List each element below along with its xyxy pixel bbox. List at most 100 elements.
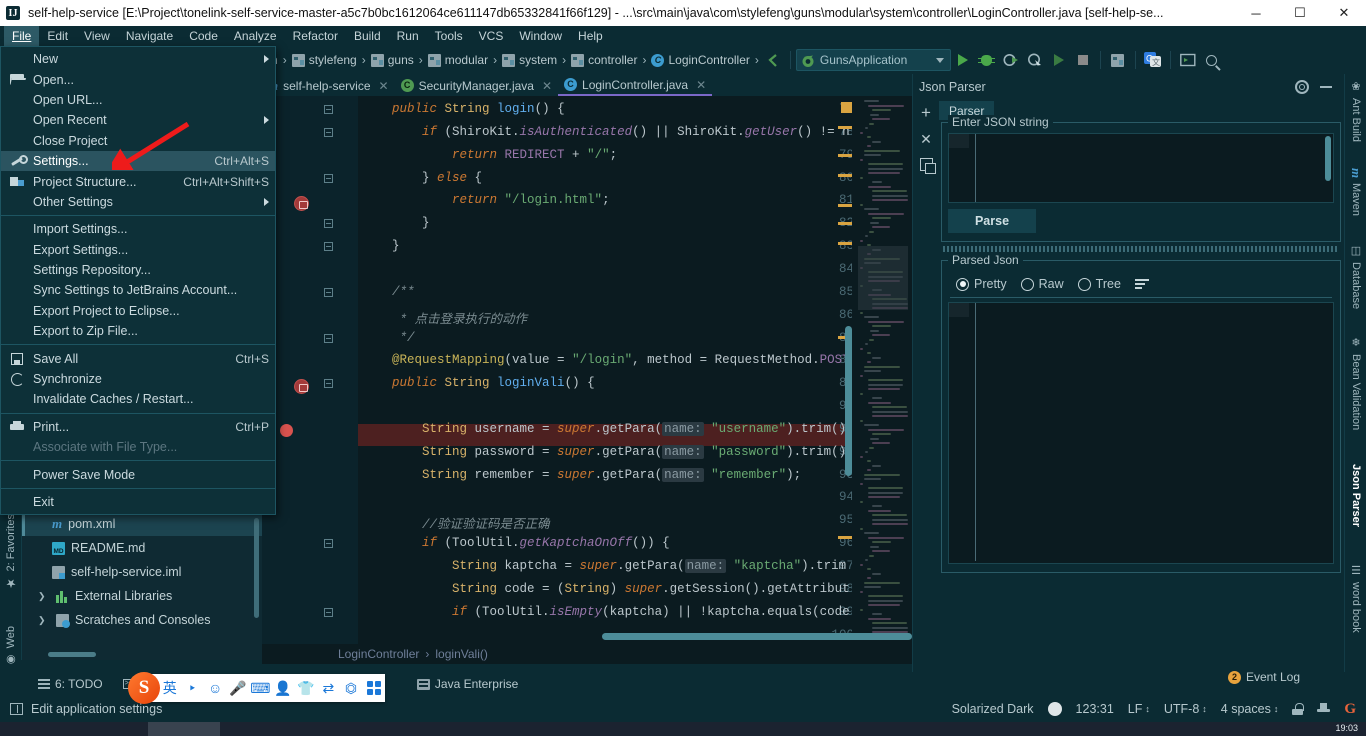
file-menu-item-new[interactable]: New <box>1 49 275 69</box>
soft-keyboard-icon[interactable]: ⌨ <box>249 674 272 702</box>
hat-icon[interactable] <box>1317 703 1331 715</box>
panel-splitter[interactable] <box>943 246 1339 252</box>
marker-stripe[interactable] <box>838 154 852 157</box>
minimap-viewport[interactable] <box>858 246 908 310</box>
marker-stripe[interactable] <box>838 222 852 225</box>
menu-window[interactable]: Window <box>511 26 570 46</box>
parsed-json-output[interactable] <box>948 302 1334 564</box>
menu-navigate[interactable]: Navigate <box>118 26 181 46</box>
tree-item-self-help-service-iml[interactable]: self-help-service.iml <box>22 560 262 584</box>
file-menu-item-other-settings[interactable]: Other Settings <box>1 192 275 212</box>
marker-stripe[interactable] <box>838 174 852 177</box>
tool-window-database[interactable]: ◫ Database <box>1345 244 1366 309</box>
line-breakpoint-icon-91[interactable] <box>280 424 293 437</box>
file-menu-item-close-project[interactable]: Close Project <box>1 131 275 151</box>
breadcrumb-item-logincontroller[interactable]: C LoginController <box>648 51 752 69</box>
settings-gear-button[interactable] <box>1290 75 1314 99</box>
menu-help[interactable]: Help <box>570 26 611 46</box>
menu-build[interactable]: Build <box>346 26 389 46</box>
tool-window-json-parser[interactable]: Json Parser <box>1345 464 1366 527</box>
file-menu-item-settings[interactable]: Settings... Ctrl+Alt+S <box>1 150 275 172</box>
chevron-right-icon[interactable]: ❯ <box>38 591 46 602</box>
parse-button[interactable]: Parse <box>948 209 1036 233</box>
caret-position-widget[interactable]: 123:31 <box>1076 702 1114 716</box>
tool-window-bean-validation[interactable]: ❄ Bean Validation <box>1345 336 1366 430</box>
menu-vcs[interactable]: VCS <box>471 26 512 46</box>
terminal-button[interactable] <box>1176 48 1200 72</box>
code-fold-toggle[interactable] <box>324 127 336 140</box>
marker-warning[interactable] <box>841 102 852 113</box>
menu-analyze[interactable]: Analyze <box>226 26 285 46</box>
project-vertical-scrollbar[interactable] <box>254 518 259 618</box>
voice-icon[interactable]: 🎤 <box>226 674 249 702</box>
stop-button[interactable] <box>1071 48 1095 72</box>
file-menu-item-export-project-to-eclipse[interactable]: Export Project to Eclipse... <box>1 301 275 321</box>
method-breakpoint-icon-77[interactable] <box>294 196 309 211</box>
tree-item-readme-md[interactable]: MD README.md <box>22 536 262 560</box>
file-menu-item-invalidate-caches-restart[interactable]: Invalidate Caches / Restart... <box>1 389 275 409</box>
breadcrumb-method[interactable]: loginVali() <box>435 647 487 661</box>
code-fold-toggle[interactable] <box>324 607 336 620</box>
run-button[interactable] <box>951 48 975 72</box>
method-breakpoint-icon-89[interactable] <box>294 379 309 394</box>
radio-tree[interactable]: Tree <box>1077 277 1121 291</box>
chevron-right-icon[interactable]: ❯ <box>38 615 46 626</box>
tool-window-word-book[interactable]: ☰ word book <box>1345 564 1366 633</box>
code-editor[interactable]: 7778798081828384858687888990919293949596… <box>262 96 912 644</box>
event-log-button[interactable]: 2 Event Log <box>1227 670 1300 684</box>
tool-window-favorites[interactable]: ★ 2: Favorites <box>0 510 22 594</box>
code-fold-toggle[interactable] <box>324 287 336 300</box>
run-dim-button[interactable] <box>1047 48 1071 72</box>
close-icon[interactable]: ✕ <box>696 78 706 92</box>
google-icon[interactable]: G <box>1344 701 1356 717</box>
file-menu-item-project-structure[interactable]: Project Structure... Ctrl+Alt+Shift+S <box>1 171 275 191</box>
tool-window-java-enterprise[interactable]: Java Enterprise <box>407 677 528 691</box>
marker-stripe[interactable] <box>838 242 852 245</box>
tree-item-pom-xml[interactable]: m pom.xml <box>22 512 262 536</box>
editor-text-content[interactable]: public String login() { if (ShiroKit.isA… <box>358 96 912 644</box>
menu-refactor[interactable]: Refactor <box>285 26 346 46</box>
tool-window-web[interactable]: ◉ Web <box>0 622 22 670</box>
editor-minimap[interactable] <box>852 96 912 644</box>
tab-self-help-service[interactable]: m self-help-service ✕ <box>262 75 395 96</box>
menu-edit[interactable]: Edit <box>39 26 76 46</box>
screenshot-icon[interactable]: ⏣ <box>340 674 363 702</box>
editor-gutter[interactable] <box>262 96 358 644</box>
punctuation-icon[interactable]: ‣ <box>181 674 204 702</box>
editor-horizontal-scrollbar[interactable] <box>602 633 912 640</box>
editor-vertical-scrollbar[interactable] <box>845 326 852 476</box>
close-icon[interactable]: ✕ <box>379 79 389 93</box>
breadcrumb-item-guns[interactable]: guns <box>368 51 417 69</box>
run-with-coverage-button[interactable] <box>999 48 1023 72</box>
sogou-logo-icon[interactable]: S <box>128 672 160 704</box>
close-icon[interactable]: ✕ <box>920 132 932 146</box>
code-fold-toggle[interactable] <box>324 173 336 186</box>
tool-window-ant-build[interactable]: ❀ Ant Build <box>1345 80 1366 142</box>
tab-securitymanager-java[interactable]: C SecurityManager.java ✕ <box>395 75 558 96</box>
file-menu-item-open-url[interactable]: Open URL... <box>1 90 275 110</box>
indent-widget[interactable]: 4 spaces ↕ <box>1221 702 1279 716</box>
project-horizontal-scrollbar[interactable] <box>48 652 96 657</box>
menu-tools[interactable]: Tools <box>427 26 471 46</box>
add-icon[interactable]: + <box>921 104 931 121</box>
skin-icon[interactable]: 👕 <box>294 674 317 702</box>
file-menu-item-sync-settings-to-jetbrains-account[interactable]: Sync Settings to JetBrains Account... <box>1 280 275 300</box>
file-menu-item-export-to-zip-file[interactable]: Export to Zip File... <box>1 321 275 341</box>
project-structure-button[interactable] <box>1106 48 1130 72</box>
minimize-button[interactable]: ─ <box>1234 0 1278 26</box>
code-fold-toggle[interactable] <box>324 539 336 551</box>
code-fold-toggle[interactable] <box>324 379 336 391</box>
file-menu-item-import-settings[interactable]: Import Settings... <box>1 219 275 239</box>
run-configuration-selector[interactable]: GunsApplication <box>795 49 951 71</box>
profile-button[interactable] <box>1023 48 1047 72</box>
breadcrumb-item-modular[interactable]: modular <box>425 51 491 69</box>
code-fold-toggle[interactable] <box>324 105 336 117</box>
tree-item-scratches-and-consoles[interactable]: ❯ Scratches and Consoles <box>22 608 262 632</box>
translate-icon[interactable]: ⇄ <box>317 674 340 702</box>
breadcrumb-item-system[interactable]: system <box>499 51 560 69</box>
file-menu-item-print[interactable]: Print... Ctrl+P <box>1 417 275 437</box>
file-menu-item-exit[interactable]: Exit <box>1 492 275 512</box>
menu-view[interactable]: View <box>76 26 118 46</box>
file-menu-item-power-save-mode[interactable]: Power Save Mode <box>1 464 275 484</box>
menu-run[interactable]: Run <box>389 26 427 46</box>
